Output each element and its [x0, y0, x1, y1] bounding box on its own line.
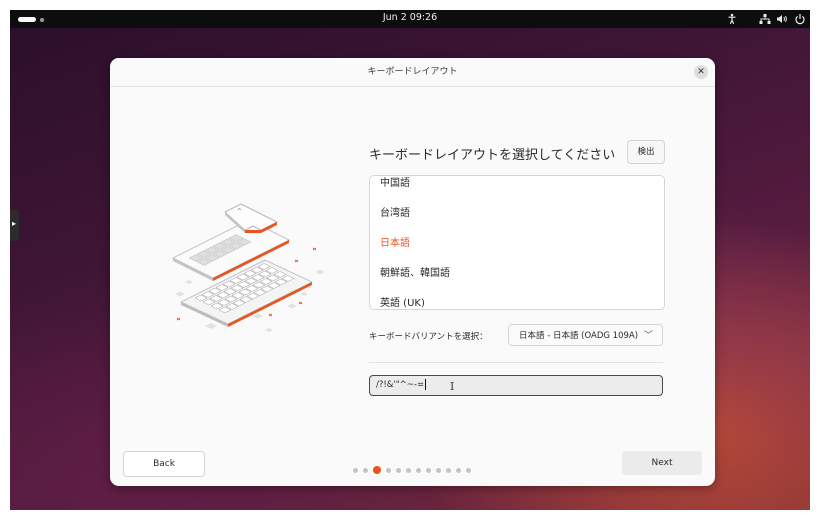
back-button[interactable]: Back: [123, 451, 205, 477]
pager-dot-active: [373, 466, 381, 474]
pager-dot: [386, 468, 391, 473]
text-cursor-icon: I: [450, 380, 455, 393]
svg-text:^: ^: [237, 208, 242, 215]
pager-dot: [363, 468, 368, 473]
pager-dot: [446, 468, 451, 473]
dialog-title: キーボードレイアウト: [110, 58, 715, 87]
dock-handle[interactable]: ▸: [10, 210, 19, 241]
test-input[interactable]: /?!&'"^~-= I: [369, 375, 663, 396]
pager-dot: [416, 468, 421, 473]
pager-dot: [353, 468, 358, 473]
power-icon[interactable]: [794, 13, 806, 25]
clock[interactable]: Jun 2 09:26: [10, 12, 810, 23]
close-icon[interactable]: ✕: [694, 65, 708, 79]
divider: [369, 362, 663, 363]
chevron-down-icon: ﹀: [643, 331, 653, 341]
keyboard-layout-dialog: キーボードレイアウト ✕ ^ キーボードレイアウトを選択してください 検出 中国…: [110, 58, 715, 486]
text-caret: [425, 379, 427, 390]
test-input-text: /?!&'"^~-=: [376, 380, 425, 390]
layout-list[interactable]: 中国語 台湾語 日本語 朝鮮語、韓国語 英語 (UK): [369, 175, 665, 310]
arrow-right-icon: ▸: [12, 219, 17, 228]
list-item[interactable]: 朝鮮語、韓国語: [370, 259, 664, 289]
pager-dot: [426, 468, 431, 473]
next-button[interactable]: Next: [622, 451, 702, 475]
list-item-selected[interactable]: 日本語: [370, 229, 664, 259]
variant-label: キーボードバリアントを選択：: [369, 332, 488, 342]
desktop: Jun 2 09:26 ▸ キーボードレイアウト ✕ ^ キーボードレイアウトを…: [10, 10, 810, 510]
pager-dot: [436, 468, 441, 473]
keyboard-illustration-icon: ^: [172, 203, 325, 332]
pager-dot: [456, 468, 461, 473]
top-bar: Jun 2 09:26: [10, 10, 810, 28]
page-heading: キーボードレイアウトを選択してください: [369, 148, 616, 163]
list-item[interactable]: 中国語: [370, 176, 664, 199]
variant-value: 日本語 - 日本語 (OADG 109A): [519, 331, 639, 341]
pager-dot: [396, 468, 401, 473]
list-item[interactable]: 台湾語: [370, 199, 664, 229]
pager-dot: [466, 468, 471, 473]
variant-dropdown[interactable]: 日本語 - 日本語 (OADG 109A) ﹀: [508, 324, 663, 346]
volume-icon[interactable]: [776, 13, 788, 25]
list-item[interactable]: 英語 (UK): [370, 289, 664, 309]
network-icon[interactable]: [759, 13, 771, 25]
pager-dot: [406, 468, 411, 473]
detect-button[interactable]: 検出: [627, 140, 665, 164]
accessibility-icon[interactable]: [726, 13, 738, 25]
